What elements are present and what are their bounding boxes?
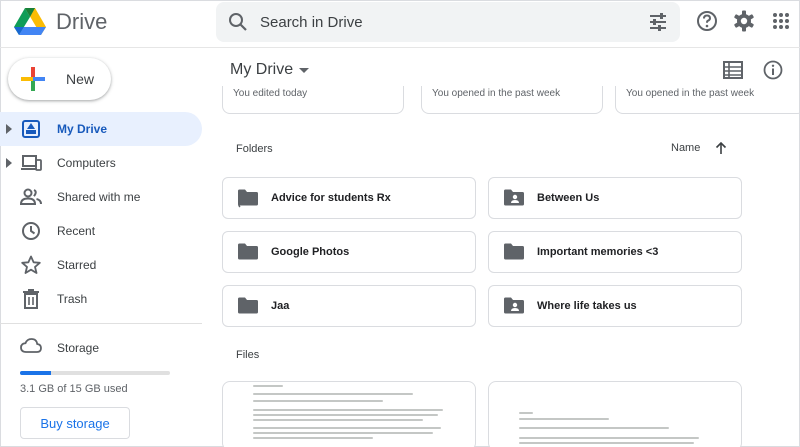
sidebar-item-computers[interactable]: Computers	[0, 146, 202, 180]
suggested-card[interactable]: You opened in the past week	[421, 86, 603, 114]
sidebar-item-label: My Drive	[57, 122, 108, 136]
shared-icon	[20, 186, 42, 208]
file-card[interactable]	[488, 381, 742, 447]
suggested-card[interactable]: You edited today	[222, 86, 404, 114]
storage-progress-fill	[20, 371, 52, 375]
info-icon[interactable]	[763, 60, 783, 80]
folder-name: Where life takes us	[537, 300, 637, 312]
storage-item[interactable]: Storage	[0, 336, 202, 360]
search-bar[interactable]: Search in Drive	[216, 2, 680, 42]
apps-icon[interactable]	[768, 8, 794, 34]
folder-card[interactable]: Advice for students Rx	[222, 177, 476, 219]
trash-icon	[20, 288, 42, 310]
suggested-card[interactable]: You opened in the past week	[615, 86, 800, 114]
folder-card[interactable]: Google Photos	[222, 231, 476, 273]
settings-icon[interactable]	[731, 8, 757, 34]
document-preview-line	[253, 437, 373, 439]
sort-control[interactable]: Name	[671, 141, 728, 155]
list-view-icon[interactable]	[723, 61, 743, 79]
drive-logo-icon	[14, 8, 46, 35]
tune-icon[interactable]	[636, 2, 680, 42]
sidebar-item-label: Starred	[57, 258, 97, 272]
expand-arrow-icon[interactable]	[6, 158, 12, 168]
suggested-caption: You opened in the past week	[626, 88, 755, 99]
folder-name: Jaa	[271, 300, 290, 312]
sidebar-item-label: Shared with me	[57, 190, 141, 204]
sidebar-item-label: Recent	[57, 224, 96, 238]
folder-card[interactable]: Where life takes us	[488, 285, 742, 327]
document-preview-line	[253, 414, 438, 416]
storage-section: Storage	[0, 336, 202, 360]
chevron-down-icon	[299, 67, 310, 73]
search-icon[interactable]	[216, 2, 260, 42]
document-preview-line	[253, 432, 433, 434]
document-preview-line	[519, 427, 669, 429]
folder-icon	[238, 243, 258, 260]
page-title[interactable]: My Drive	[230, 61, 310, 79]
sidebar-item-label: Computers	[57, 156, 116, 170]
new-button[interactable]: New	[8, 58, 111, 100]
help-icon[interactable]	[694, 8, 720, 34]
page-title-text: My Drive	[230, 61, 294, 78]
buy-storage-button[interactable]: Buy storage	[20, 407, 130, 439]
sidebar-item-recent[interactable]: Recent	[0, 214, 202, 248]
file-card[interactable]	[222, 381, 476, 447]
suggested-caption: You edited today	[233, 88, 308, 99]
expand-arrow-icon[interactable]	[6, 124, 12, 134]
cloud-icon	[20, 337, 42, 359]
sidebar-item-my-drive[interactable]: My Drive	[0, 112, 202, 146]
main-header: My Drive	[215, 49, 800, 89]
app-name: Drive	[56, 9, 108, 34]
shared-folder-icon	[504, 189, 524, 206]
folder-name: Important memories <3	[537, 246, 659, 258]
folder-card[interactable]: Important memories <3	[488, 231, 742, 273]
suggested-caption: You opened in the past week	[432, 88, 561, 99]
document-preview-line	[253, 419, 423, 421]
star-icon	[20, 254, 42, 276]
folder-name: Between Us	[537, 192, 600, 204]
shared-folder-icon	[238, 189, 258, 208]
document-preview-line	[519, 412, 533, 414]
folder-card[interactable]: Jaa	[222, 285, 476, 327]
my-drive-icon	[20, 118, 42, 140]
document-preview-line	[253, 427, 441, 429]
new-button-label: New	[66, 71, 95, 87]
document-preview-line	[253, 409, 443, 411]
sidebar-nav: My Drive Computers Shared with me Recent…	[0, 112, 202, 316]
sidebar-item-shared-with-me[interactable]: Shared with me	[0, 180, 202, 214]
sidebar-item-starred[interactable]: Starred	[0, 248, 202, 282]
storage-progress-bar	[20, 371, 170, 375]
document-preview-line	[253, 393, 413, 395]
sidebar-divider	[0, 323, 202, 324]
plus-icon	[21, 67, 45, 91]
folder-card[interactable]: Between Us	[488, 177, 742, 219]
computers-icon	[20, 152, 42, 174]
document-preview-line	[519, 442, 694, 444]
drive-logo[interactable]: Drive	[14, 8, 107, 36]
folders-heading: Folders	[236, 143, 273, 155]
document-preview-line	[519, 418, 609, 420]
clock-icon	[20, 220, 42, 242]
document-preview-line	[519, 437, 699, 439]
folder-name: Advice for students Rx	[271, 192, 391, 204]
files-heading: Files	[236, 349, 260, 361]
sidebar-item-trash[interactable]: Trash	[0, 282, 202, 316]
shared-folder-icon	[504, 297, 524, 314]
storage-used-text: 3.1 GB of 15 GB used	[20, 383, 128, 395]
folder-icon	[504, 243, 524, 260]
storage-label: Storage	[57, 341, 100, 355]
folder-name: Google Photos	[271, 246, 350, 258]
sort-label: Name	[671, 142, 701, 154]
document-preview-line	[253, 385, 283, 387]
arrow-up-icon[interactable]	[714, 141, 728, 155]
folder-icon	[238, 297, 258, 314]
top-bar: Drive Search in Drive	[0, 0, 800, 48]
sidebar-item-label: Trash	[57, 292, 88, 306]
search-input[interactable]: Search in Drive	[260, 14, 636, 31]
document-preview-line	[253, 400, 383, 402]
